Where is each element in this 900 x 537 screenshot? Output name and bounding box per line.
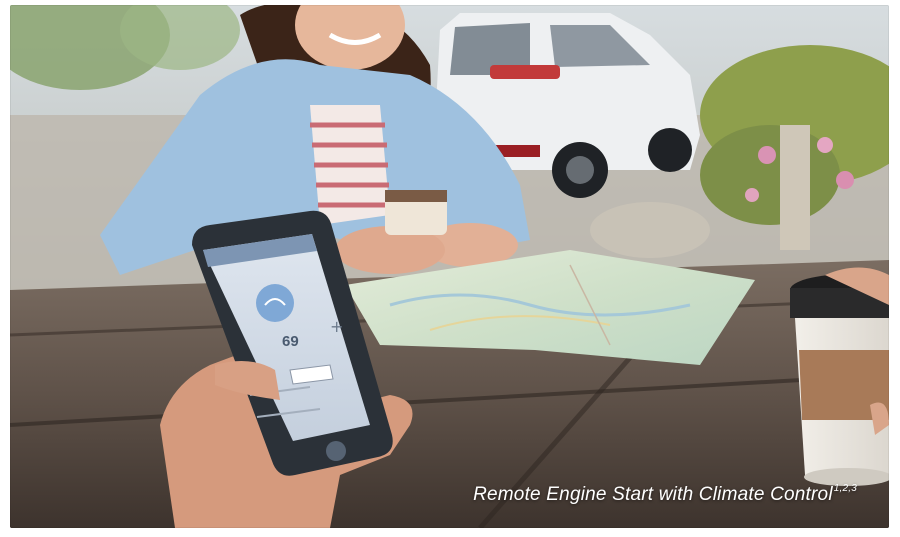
phone-home-button	[326, 441, 346, 461]
scene-illustration: + 69	[10, 5, 889, 528]
plus-icon: +	[330, 317, 343, 336]
photo-caption: Remote Engine Start with Climate Control…	[473, 483, 857, 506]
hero-photo: + 69 Remote Engine Start with Climate Co…	[10, 5, 889, 528]
remote-start-icon	[256, 284, 294, 322]
coffee-cup	[790, 267, 889, 486]
phone-temperature: 69	[282, 333, 299, 350]
rock	[590, 202, 710, 258]
caption-text: Remote Engine Start with Climate Control	[473, 484, 833, 505]
wooden-post	[780, 125, 810, 250]
caption-footnote-marker: 1,2,3	[833, 483, 857, 494]
